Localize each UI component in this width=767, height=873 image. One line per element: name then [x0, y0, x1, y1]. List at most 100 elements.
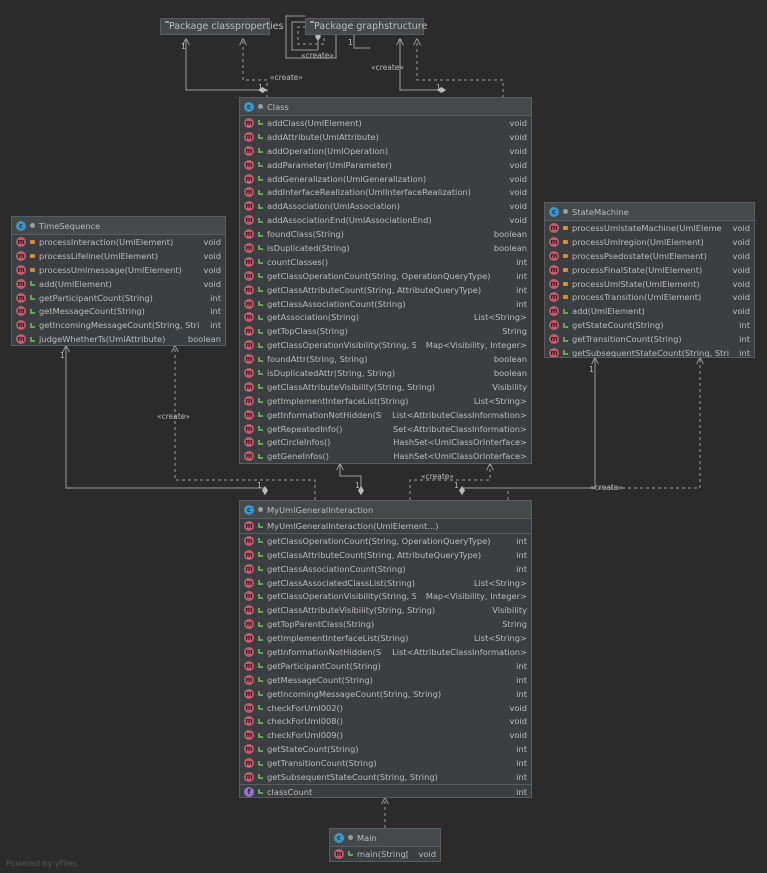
public-icon — [258, 217, 263, 223]
method-row[interactable]: m getAssociation(String) List<String> — [240, 310, 531, 324]
member-type: Set<AttributeClassInformation> — [392, 423, 527, 434]
method-row[interactable]: m getSubsequentStateCount(String, String)… — [240, 770, 531, 784]
method-row[interactable]: m processUmlstateMachine(UmlElement) void — [545, 221, 754, 235]
method-row[interactable]: m getParticipantCount(String) int — [240, 659, 531, 673]
class-header[interactable]: c Class — [240, 98, 531, 116]
member-type: int — [516, 549, 527, 560]
class-node-timesequence[interactable]: c TimeSequence m processInteraction(UmlElem… — [11, 216, 226, 346]
method-row[interactable]: m processLifeline(UmlElement) void — [12, 249, 225, 263]
method-row[interactable]: m getTopParentClass(String) String — [240, 617, 531, 631]
method-row[interactable]: m getClassOperationVisibility(String, Str… — [240, 589, 531, 603]
method-row[interactable]: m getImplementInterfaceList(String) List<S… — [240, 631, 531, 645]
method-row[interactable]: m getSubsequentStateCount(String, String)… — [545, 346, 754, 357]
method-row[interactable]: m addParameter(UmlParameter) void — [240, 158, 531, 172]
method-row[interactable]: m getInformationNotHidden(String) List<Att… — [240, 645, 531, 659]
method-row[interactable]: m getClassOperationCount(String, Operatio… — [240, 534, 531, 548]
member-type: int — [516, 298, 527, 309]
class-header[interactable]: c TimeSequence — [12, 217, 225, 235]
method-row[interactable]: m getClassAssociationCount(String) int — [240, 297, 531, 311]
method-row[interactable]: m getClassOperationVisibility(String, Str… — [240, 338, 531, 352]
method-row[interactable]: m addClass(UmlElement) void — [240, 116, 531, 130]
method-row[interactable]: m foundAttr(String, String) boolean — [240, 352, 531, 366]
field-row[interactable]: f classCount int — [240, 785, 531, 797]
class-node-class[interactable]: c Class m addClass(UmlElement) void m addAttri… — [239, 97, 532, 464]
method-row[interactable]: m getCircleInfos() HashSet<UmlClassOrInter… — [240, 435, 531, 449]
method-row[interactable]: m getInformationNotHidden(String) List<Att… — [240, 408, 531, 422]
method-row[interactable]: m getTransitionCount(String) int — [240, 756, 531, 770]
method-icon: m — [16, 320, 26, 331]
member-signature: processFinalState(UmlElement) — [572, 264, 703, 275]
class-name: MyUmlGeneralInteraction — [267, 504, 374, 515]
method-icon: m — [244, 340, 254, 351]
method-row[interactable]: m addAttribute(UmlAttribute) void — [240, 130, 531, 144]
method-row[interactable]: m isDuplicatedAttr(String, String) boolean — [240, 366, 531, 380]
method-row[interactable]: m getStateCount(String) int — [545, 318, 754, 332]
class-node-myumlgeneralinteraction[interactable]: c MyUmlGeneralInteraction m MyUmlGeneralInt… — [239, 500, 532, 798]
member-signature: checkForUml002() — [267, 702, 344, 713]
method-row[interactable]: m processTransition(UmlElement) void — [545, 290, 754, 304]
class-node-statemachine[interactable]: c StateMachine m processUmlstateMachine(Uml… — [544, 202, 755, 358]
method-row[interactable]: m getClassOperationCount(String, Operatio… — [240, 269, 531, 283]
method-row[interactable]: m getMessageCount(String) int — [240, 673, 531, 687]
class-name: Class — [267, 101, 289, 112]
class-header[interactable]: c Main — [330, 829, 440, 847]
method-row[interactable]: m main(String[]) void — [330, 847, 440, 861]
method-row[interactable]: m processPsedostate(UmlElement) void — [545, 249, 754, 263]
method-row[interactable]: m getTransitionCount(String) int — [545, 332, 754, 346]
member-type: int — [516, 674, 527, 685]
class-node-main[interactable]: c Main m main(String[]) void — [329, 828, 441, 862]
method-row[interactable]: m processUmlmessage(UmlElement) void — [12, 263, 225, 277]
method-row[interactable]: m addGeneralization(UmlGeneralization) voi… — [240, 172, 531, 186]
member-signature: getStateCount(String) — [572, 320, 664, 331]
method-icon: m — [244, 256, 254, 267]
method-row[interactable]: m addAssociationEnd(UmlAssociationEnd) voi… — [240, 213, 531, 227]
method-row[interactable]: m addAssociation(UmlAssociation) void — [240, 199, 531, 213]
method-row[interactable]: m getClassAttributeVisibility(String, Str… — [240, 603, 531, 617]
member-type: int — [516, 744, 527, 755]
class-header[interactable]: c MyUmlGeneralInteraction — [240, 501, 531, 519]
package-graphstructure[interactable]: Package graphstructure — [305, 18, 427, 35]
member-signature: getTransitionCount(String) — [572, 334, 682, 345]
method-icon: m — [244, 674, 254, 685]
method-icon: m — [16, 334, 26, 345]
member-signature: getRepeatedInfo() — [267, 423, 343, 434]
package-classproperties[interactable]: Package classproperties — [160, 18, 283, 35]
method-row[interactable]: m getIncomingMessageCount(String, String)… — [12, 318, 225, 332]
method-row[interactable]: m foundClass(String) boolean — [240, 227, 531, 241]
method-row[interactable]: m add(UmlElement) void — [12, 277, 225, 291]
method-row[interactable]: m checkForUml009() void — [240, 728, 531, 742]
method-row[interactable]: m checkForUml002() void — [240, 701, 531, 715]
method-row[interactable]: m processInteraction(UmlElement) void — [12, 235, 225, 249]
method-icon: m — [244, 312, 254, 323]
private-lock-icon — [563, 225, 568, 230]
method-row[interactable]: m getImplementInterfaceList(String) List<S… — [240, 394, 531, 408]
member-signature: getStateCount(String) — [267, 744, 359, 755]
method-row[interactable]: m getGeneInfos() HashSet<UmlClassOrInterfa… — [240, 449, 531, 463]
method-row[interactable]: m getClassAttributeCount(String, Attribut… — [240, 283, 531, 297]
method-row[interactable]: m getClassAssociationCount(String) int — [240, 562, 531, 576]
method-row[interactable]: m getTopClass(String) String — [240, 324, 531, 338]
constructor-row[interactable]: m MyUmlGeneralInteraction(UmlElement...) — [240, 519, 531, 534]
method-row[interactable]: m add(UmlElement) void — [545, 304, 754, 318]
method-row[interactable]: m countClasses() int — [240, 255, 531, 269]
private-lock-icon — [563, 281, 568, 286]
method-row[interactable]: m getParticipantCount(String) int — [12, 291, 225, 305]
member-type: int — [739, 320, 750, 331]
method-row[interactable]: m isDuplicated(String) boolean — [240, 241, 531, 255]
method-row[interactable]: m getRepeatedInfo() Set<AttributeClassInfo… — [240, 422, 531, 436]
method-row[interactable]: m judgeWhetherTs(UmlAttribute) boolean — [12, 332, 225, 345]
method-row[interactable]: m checkForUml008() void — [240, 714, 531, 728]
method-row[interactable]: m getMessageCount(String) int — [12, 304, 225, 318]
method-row[interactable]: m getClassAttributeCount(String, Attribut… — [240, 548, 531, 562]
class-header[interactable]: c StateMachine — [545, 203, 754, 221]
method-row[interactable]: m getIncomingMessageCount(String, String)… — [240, 687, 531, 701]
method-row[interactable]: m getClassAttributeVisibility(String, Str… — [240, 380, 531, 394]
method-row[interactable]: m addInterfaceRealization(UmlInterfaceRea… — [240, 185, 531, 199]
method-row[interactable]: m processUmlState(UmlElement) void — [545, 277, 754, 291]
method-row[interactable]: m processFinalState(UmlElement) void — [545, 263, 754, 277]
method-row[interactable]: m addOperation(UmlOperation) void — [240, 144, 531, 158]
method-icon: m — [549, 320, 559, 331]
method-row[interactable]: m processUmlregion(UmlElement) void — [545, 235, 754, 249]
method-row[interactable]: m getClassAssociatedClassList(String) List… — [240, 576, 531, 590]
method-row[interactable]: m getStateCount(String) int — [240, 742, 531, 756]
